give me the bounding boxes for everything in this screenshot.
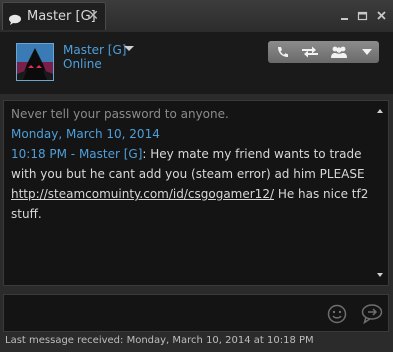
trade-button[interactable] bbox=[297, 41, 322, 63]
chat-date: Monday, March 10, 2014 bbox=[11, 127, 160, 141]
send-bubble-icon[interactable] bbox=[361, 304, 383, 328]
close-window-button[interactable] bbox=[374, 8, 390, 22]
chat-bubble-icon bbox=[8, 11, 22, 30]
chat-tab[interactable]: Master [G] ✕ bbox=[2, 2, 106, 30]
tab-bar: Master [G] ✕ bbox=[0, 0, 393, 32]
friend-status: Online bbox=[63, 57, 102, 71]
avatar[interactable] bbox=[16, 43, 54, 81]
message-link[interactable]: http://steamcomuinty.com/id/csgogamer12/ bbox=[11, 187, 274, 201]
invite-group-button[interactable] bbox=[326, 41, 351, 63]
more-actions-button[interactable] bbox=[354, 41, 379, 63]
minimize-button[interactable] bbox=[337, 8, 353, 22]
chat-log[interactable]: Never tell your password to anyone. Mond… bbox=[3, 100, 389, 286]
smiley-icon[interactable] bbox=[327, 304, 347, 328]
friend-actions bbox=[268, 41, 379, 63]
chat-content: Never tell your password to anyone. Mond… bbox=[11, 104, 373, 224]
chat-message: 10:18 PM - Master [G]: Hey mate my frien… bbox=[11, 144, 373, 224]
name-dropdown-icon[interactable] bbox=[124, 46, 134, 51]
last-message-status: Last message received: Monday, March 10,… bbox=[5, 335, 314, 346]
message-input[interactable] bbox=[3, 294, 389, 332]
password-warning: Never tell your password to anyone. bbox=[11, 107, 229, 121]
message-meta: 10:18 PM - Master [G] bbox=[11, 147, 143, 161]
voice-call-button[interactable] bbox=[270, 41, 295, 63]
tab-title: Master [G] bbox=[27, 9, 96, 24]
maximize-button[interactable] bbox=[355, 8, 371, 22]
scroll-down-arrow[interactable] bbox=[377, 273, 383, 277]
scroll-up-arrow[interactable] bbox=[377, 109, 383, 113]
friend-name[interactable]: Master [G] bbox=[63, 43, 126, 57]
close-tab-button[interactable]: ✕ bbox=[87, 8, 99, 24]
friend-header: Master [G] Online bbox=[0, 32, 393, 94]
